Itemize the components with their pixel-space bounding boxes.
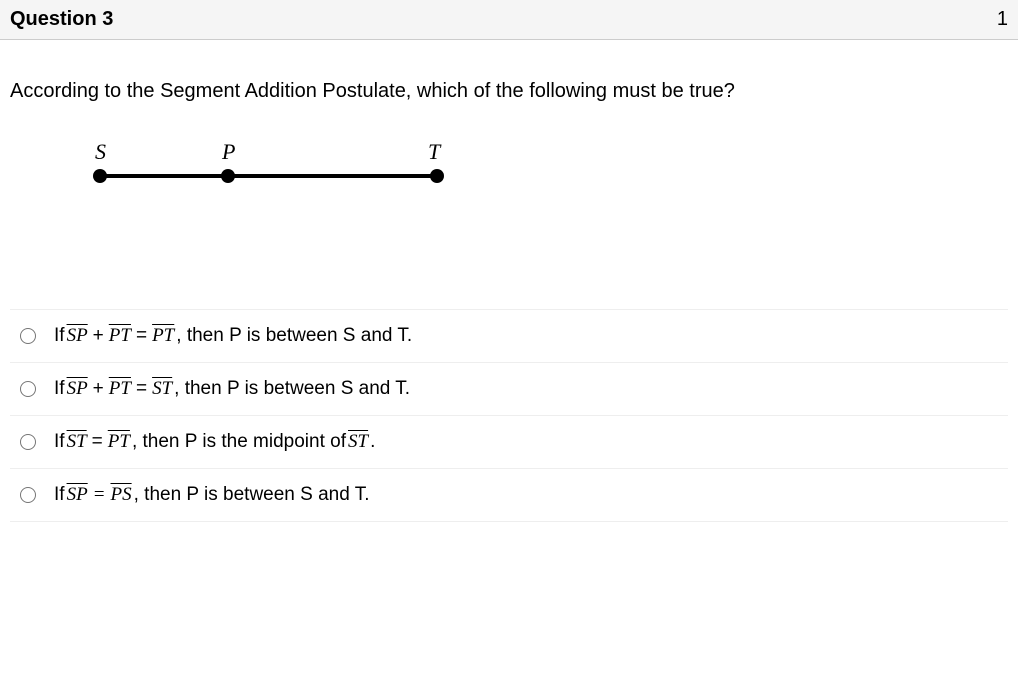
question-header: Question 3 1 (0, 0, 1018, 40)
option-row[interactable]: If SP + PT = ST , then P is between S an… (10, 363, 1008, 416)
segment-symbol: ST (65, 431, 89, 453)
question-text: According to the Segment Addition Postul… (10, 80, 1008, 103)
text: If (54, 484, 65, 506)
text: , then P is between S and T. (176, 325, 412, 347)
radio-option-4[interactable] (20, 487, 36, 503)
segment-symbol: SP (65, 484, 90, 506)
radio-option-1[interactable] (20, 328, 36, 344)
option-text: If SP + PT = ST , then P is between S an… (54, 378, 410, 400)
text: , then P is between S and T. (134, 484, 370, 506)
point-p (221, 169, 235, 183)
text: If (54, 431, 65, 453)
question-title: Question 3 (10, 8, 113, 31)
option-text: If SP = PS , then P is between S and T. (54, 484, 370, 506)
text: = (92, 431, 103, 453)
segment-symbol: ST (346, 431, 370, 453)
point-t (430, 169, 444, 183)
text: = (136, 325, 147, 347)
option-row[interactable]: If ST = PT , then P is the midpoint of S… (10, 416, 1008, 469)
option-row[interactable]: If SP + PT = PT , then P is between S an… (10, 310, 1008, 363)
option-row[interactable]: If SP = PS , then P is between S and T. (10, 469, 1008, 522)
option-text: If ST = PT , then P is the midpoint of S… (54, 431, 375, 453)
text: If (54, 325, 65, 347)
options-list: If SP + PT = PT , then P is between S an… (10, 309, 1008, 522)
segment-diagram: S P T (70, 143, 1008, 209)
text: + (93, 378, 104, 400)
segment-symbol: PT (106, 431, 132, 453)
text: If (54, 378, 65, 400)
question-body: According to the Segment Addition Postul… (0, 40, 1018, 532)
segment-symbol: SP (65, 378, 90, 400)
text: = (136, 378, 147, 400)
text: , then P is the midpoint of (132, 431, 346, 453)
segment-symbol: PT (150, 325, 176, 347)
text: = (93, 484, 106, 506)
label-s: S (95, 143, 106, 164)
text: . (370, 431, 375, 453)
text: + (93, 325, 104, 347)
segment-symbol: PT (107, 325, 133, 347)
question-points: 1 (997, 8, 1008, 31)
segment-symbol: SP (65, 325, 90, 347)
radio-option-2[interactable] (20, 381, 36, 397)
text: , then P is between S and T. (174, 378, 410, 400)
option-text: If SP + PT = PT , then P is between S an… (54, 325, 412, 347)
segment-symbol: PT (107, 378, 133, 400)
label-t: T (428, 143, 442, 164)
label-p: P (221, 143, 235, 164)
segment-symbol: PS (109, 484, 134, 506)
segment-symbol: ST (150, 378, 174, 400)
radio-option-3[interactable] (20, 434, 36, 450)
point-s (93, 169, 107, 183)
